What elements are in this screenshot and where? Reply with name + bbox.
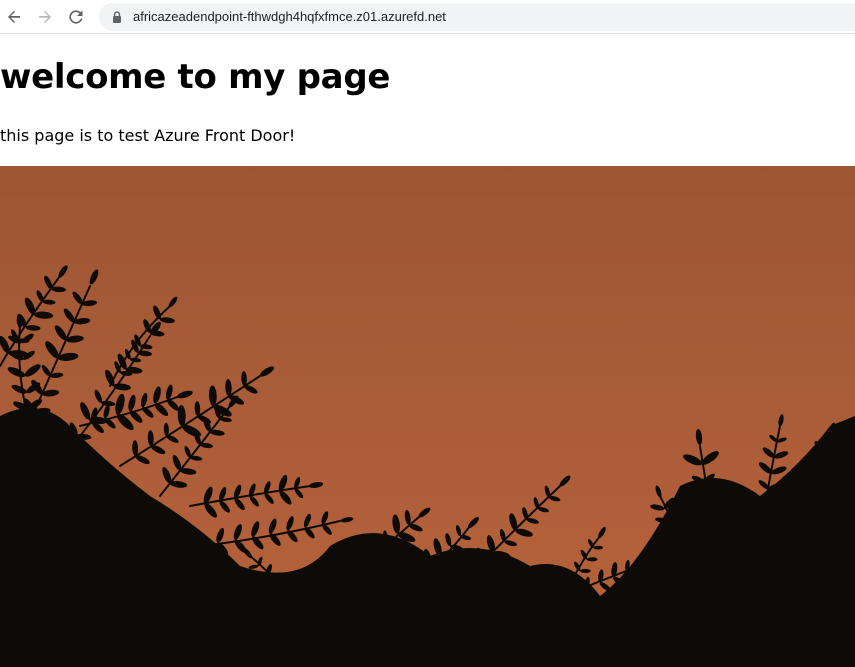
reload-button[interactable] (64, 5, 88, 29)
forward-button[interactable] (33, 5, 57, 29)
url-text: africazeadendpoint-fthwdgh4hqfxfmce.z01.… (133, 9, 446, 24)
lock-icon (113, 11, 121, 23)
address-bar[interactable]: africazeadendpoint-fthwdgh4hqfxfmce.z01.… (99, 3, 855, 31)
reload-icon (69, 10, 83, 24)
sunset-foliage-photo (0, 166, 855, 667)
page-paragraph: this page is to test Azure Front Door! (0, 126, 296, 145)
forward-arrow-icon (39, 10, 51, 23)
back-button[interactable] (2, 5, 26, 29)
page-heading: welcome to my page (0, 57, 391, 97)
page-content: welcome to my page this page is to test … (0, 34, 855, 667)
browser-toolbar: africazeadendpoint-fthwdgh4hqfxfmce.z01.… (0, 0, 855, 34)
hero-image (0, 166, 855, 667)
back-arrow-icon (8, 10, 20, 23)
